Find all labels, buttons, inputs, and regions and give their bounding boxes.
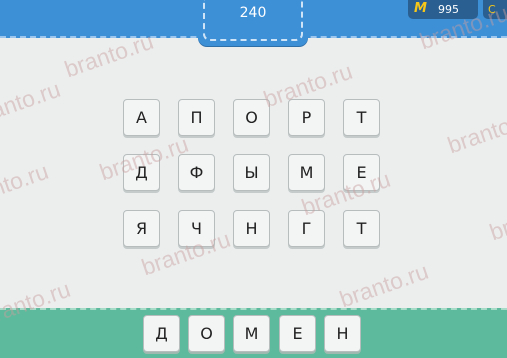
letter-tile[interactable]: О [233,99,270,136]
letter-tile[interactable]: Я [123,210,160,247]
level-indicator: 240 [198,0,308,46]
coin-icon: М [414,1,427,16]
letter-tile[interactable]: Ы [233,154,270,191]
watermark: branto.ru [0,75,64,131]
letter-tile[interactable]: Т [343,99,380,136]
answer-slot[interactable]: М [233,315,270,352]
extra-icon: C [488,3,496,16]
letter-tile[interactable]: Т [343,210,380,247]
letter-tile[interactable]: Н [233,210,270,247]
letter-tile[interactable]: Р [288,99,325,136]
letter-tile[interactable]: А [123,99,160,136]
letter-tile[interactable]: Г [288,210,325,247]
coin-count: 995 [438,3,459,16]
extra-button[interactable]: C [483,0,507,19]
letter-tile[interactable]: Ч [178,210,215,247]
answer-slot[interactable]: О [188,315,225,352]
letter-tile[interactable]: М [288,154,325,191]
letter-tile[interactable]: П [178,99,215,136]
level-number: 240 [239,5,267,21]
answer-slot[interactable]: Е [279,315,316,352]
coin-counter[interactable]: М 995 [408,0,478,19]
letter-tile[interactable]: Е [343,154,380,191]
letter-tile[interactable]: Ф [178,154,215,191]
answer-slot[interactable]: Д [143,315,180,352]
watermark: branto.ru [0,157,52,213]
letter-tile[interactable]: Д [123,154,160,191]
answer-slot[interactable]: Н [324,315,361,352]
watermark: branto.ru [444,103,507,159]
watermark: branto.ru [336,257,432,313]
watermark: branto.ru [486,190,507,246]
